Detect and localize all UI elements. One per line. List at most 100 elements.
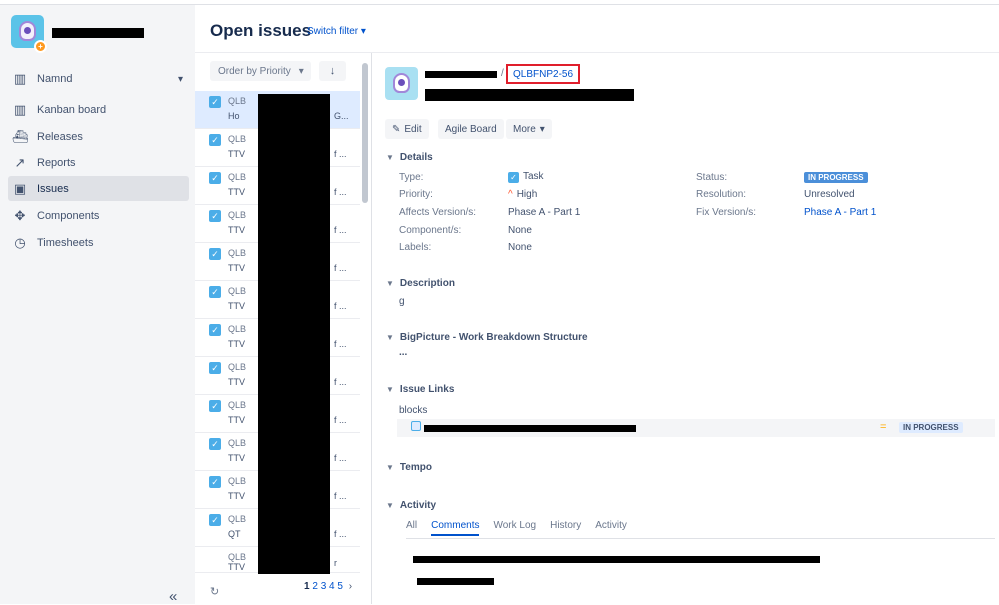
task-checkbox-icon: ✓	[209, 286, 221, 298]
status-badge: IN PROGRESS	[804, 172, 868, 183]
tab-all[interactable]: All	[406, 520, 417, 536]
order-by-select[interactable]: Order by Priority ▾	[210, 61, 311, 81]
scrollbar[interactable]	[362, 63, 368, 203]
tempo-section-toggle[interactable]: ▼ Tempo	[386, 462, 432, 473]
project-link-redacted[interactable]	[425, 71, 497, 78]
tab-work-log[interactable]: Work Log	[493, 520, 536, 536]
priority-value: ^ High	[508, 189, 537, 200]
issue-summary: TTV	[228, 225, 245, 235]
edit-label: Edit	[404, 123, 422, 135]
issue-key: QLB	[228, 438, 247, 448]
sort-direction-button[interactable]: ↓	[319, 61, 346, 81]
arrow-down-icon: ↓	[329, 65, 336, 77]
next-page-icon[interactable]: ›	[349, 581, 352, 592]
sidebar-item-issues[interactable]: ▣ Issues	[8, 176, 189, 201]
issue-summary: TTV	[228, 301, 245, 311]
type-text: Task	[523, 171, 544, 182]
edit-button[interactable]: ✎ Edit	[385, 119, 429, 139]
task-checkbox-icon: ✓	[209, 172, 221, 184]
issue-summary: QT	[228, 529, 241, 539]
linked-issue-row[interactable]: = IN PROGRESS	[397, 419, 995, 437]
page-link[interactable]: 4	[329, 581, 335, 592]
issue-key-link[interactable]: QLBFNP2-56	[506, 64, 581, 84]
more-button[interactable]: More ▾	[506, 119, 552, 139]
issue-summary-tail: G...	[334, 111, 349, 121]
refresh-icon[interactable]: ↻	[210, 585, 219, 598]
issue-summary: TTV	[228, 562, 245, 572]
details-heading: Details	[399, 152, 433, 163]
description-text[interactable]: g	[399, 296, 405, 307]
sidebar-item-kanban-board[interactable]: ▥ Kanban board	[8, 97, 189, 122]
subtask-icon	[411, 421, 421, 431]
task-checkbox-icon: ✓	[209, 514, 221, 526]
page-link[interactable]: 2	[312, 581, 318, 592]
page-link[interactable]: 3	[321, 581, 327, 592]
comment-body-redacted	[417, 578, 494, 585]
issue-links-section-toggle[interactable]: ▼ Issue Links	[386, 384, 454, 395]
issue-summary-tail: f ...	[334, 149, 347, 159]
bigpicture-section-toggle[interactable]: ▼ BigPicture - Work Breakdown Structure	[386, 332, 588, 343]
field-label: Affects Version/s:	[399, 207, 477, 218]
issue-key: QLB	[228, 210, 247, 220]
board-selector[interactable]: ▥ Namnd ▾	[8, 67, 189, 91]
linked-status-badge: IN PROGRESS	[899, 422, 963, 433]
task-checkbox-icon: ✓	[209, 362, 221, 374]
page-current[interactable]: 1	[304, 581, 310, 592]
field-label: Priority:	[399, 189, 433, 200]
sidebar-item-label: Releases	[37, 130, 83, 143]
sidebar-item-timesheets[interactable]: ◷ Timesheets	[8, 230, 189, 255]
project-avatar[interactable]: +	[11, 15, 47, 53]
task-icon: ✓	[508, 172, 519, 183]
issue-key: QLB	[228, 324, 247, 334]
field-label: Labels:	[399, 242, 432, 253]
project-avatar	[385, 67, 418, 100]
sidebar: + ▥ Namnd ▾ ▥ Kanban board ⛴ Releases ↗ …	[0, 5, 195, 605]
fix-version-link[interactable]: Phase A - Part 1	[804, 207, 876, 218]
priority-medium-icon: =	[880, 421, 887, 433]
issue-summary-tail: r	[334, 558, 337, 568]
agile-board-button[interactable]: Agile Board	[438, 119, 504, 139]
chevron-right-icon: ▼	[386, 463, 394, 472]
type-value: ✓ Task	[508, 171, 544, 183]
details-section-toggle[interactable]: ▼ Details	[386, 152, 433, 163]
link-type-label: blocks	[399, 405, 428, 416]
bigpicture-more[interactable]: ...	[399, 347, 407, 358]
component-value: None	[508, 225, 532, 236]
chevron-down-icon: ▼	[386, 385, 394, 394]
issue-summary: TTV	[228, 263, 245, 273]
avatar-eye	[24, 27, 31, 34]
pencil-icon: ✎	[392, 123, 401, 135]
sidebar-item-components[interactable]: ✥ Components	[8, 203, 189, 228]
chevron-down-icon[interactable]: ▾	[178, 74, 183, 85]
kanban-icon: ▥	[13, 101, 27, 117]
sidebar-item-reports[interactable]: ↗ Reports	[8, 150, 189, 175]
issue-summary: TTV	[228, 187, 245, 197]
priority-text: High	[516, 189, 538, 200]
activity-section-toggle[interactable]: ▼ Activity	[386, 500, 436, 511]
field-label: Resolution:	[696, 189, 747, 200]
tab-comments[interactable]: Comments	[431, 520, 480, 536]
tab-activity[interactable]: Activity	[595, 520, 627, 536]
breadcrumb-separator: /	[501, 68, 504, 79]
field-label: Status:	[696, 172, 728, 183]
issue-key: QLB	[228, 400, 247, 410]
switch-filter-label: Switch filter	[307, 26, 359, 37]
sidebar-item-releases[interactable]: ⛴ Releases	[8, 124, 189, 149]
sidebar-item-label: Kanban board	[37, 103, 107, 116]
page-link[interactable]: 5	[337, 581, 343, 592]
linked-issue-redacted[interactable]	[424, 425, 636, 432]
project-badge-icon: +	[34, 40, 47, 53]
affects-version-value: Phase A - Part 1	[508, 207, 581, 218]
chart-icon: ↗	[14, 154, 26, 170]
priority-high-icon: ^	[508, 189, 513, 200]
chevron-down-icon: ▾	[539, 123, 545, 135]
collapse-sidebar-icon[interactable]: «	[169, 588, 177, 605]
tab-history[interactable]: History	[550, 520, 581, 536]
issue-summary: Ho	[228, 111, 240, 121]
resolution-value: Unresolved	[804, 189, 855, 200]
tabs-divider	[406, 538, 995, 539]
switch-filter-button[interactable]: Switch filter ▾	[307, 26, 366, 37]
description-section-toggle[interactable]: ▼ Description	[386, 278, 455, 289]
activity-heading: Activity	[399, 500, 437, 511]
issue-summary: TTV	[228, 491, 245, 501]
